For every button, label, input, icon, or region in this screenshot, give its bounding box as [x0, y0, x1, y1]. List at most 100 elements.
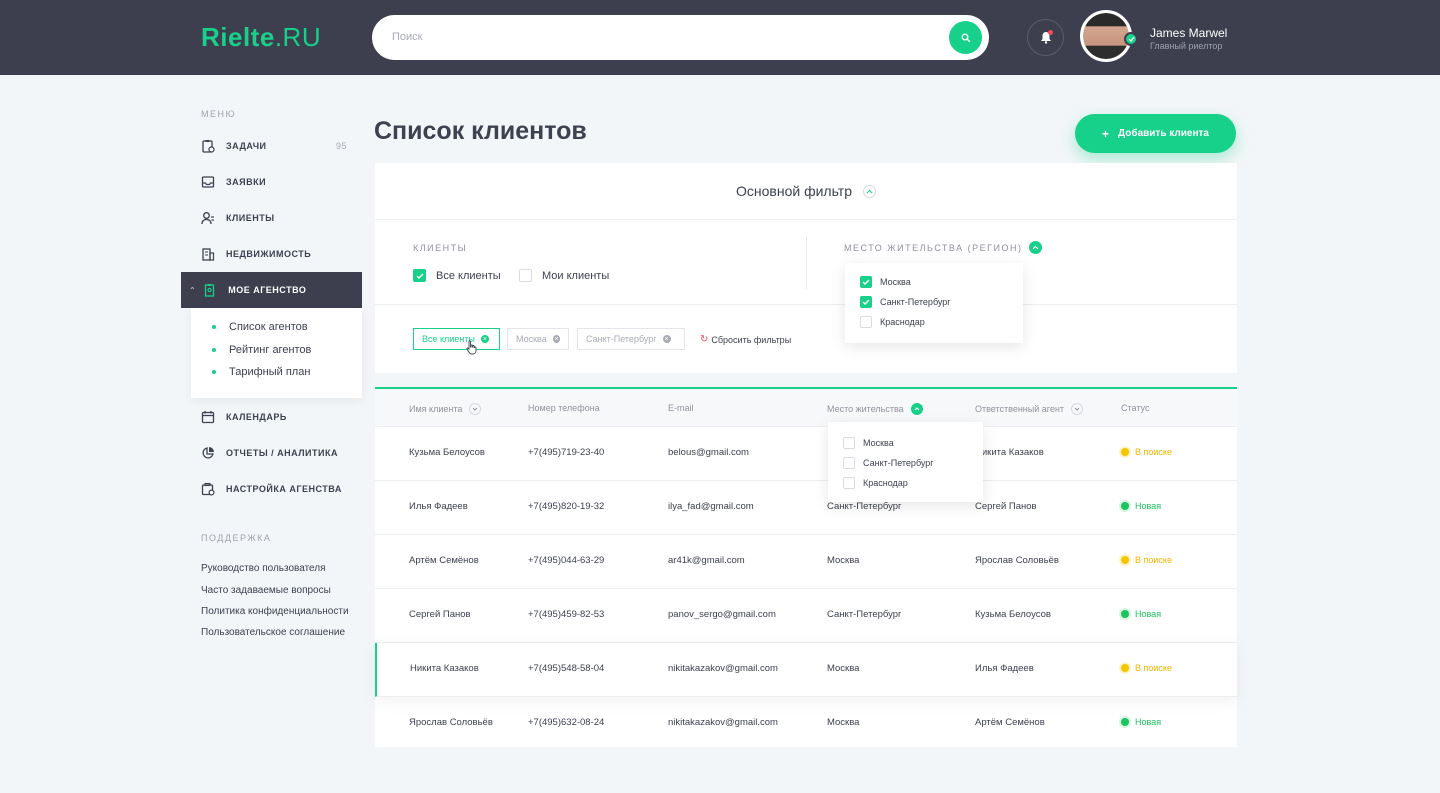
- cell-phone: +7(495)719-23-40: [528, 447, 605, 458]
- sidebar-item-label: ОТЧЕТЫ / АНАЛИТИКА: [226, 448, 338, 458]
- table-row[interactable]: Сергей Панов +7(495)459-82-53 panov_serg…: [375, 589, 1237, 643]
- close-icon[interactable]: ×: [662, 335, 671, 343]
- cell-location: Санкт-Петербург: [827, 501, 902, 512]
- column-header-status: Статус: [1121, 403, 1150, 413]
- column-header-name[interactable]: Имя клиента: [409, 403, 482, 415]
- close-icon[interactable]: ×: [552, 335, 560, 343]
- cell-agent: Илья Фадеев: [975, 663, 1034, 674]
- add-client-button[interactable]: + Добавить клиента: [1075, 114, 1236, 153]
- filter-header[interactable]: Основной фильтр: [375, 163, 1237, 220]
- support-link-privacy[interactable]: Политика конфиденциальности: [201, 606, 349, 617]
- status-badge: В поиске: [1121, 663, 1172, 673]
- user-icon: [201, 212, 214, 225]
- sidebar-item-reports[interactable]: ОТЧЕТЫ / АНАЛИТИКА: [201, 441, 351, 465]
- cell-email[interactable]: panov_sergo@gmail.com: [668, 609, 776, 620]
- sidebar-item-my-agency[interactable]: ⌃ МОЕ АГЕНСТВО: [181, 272, 362, 308]
- cell-email[interactable]: ar41k@gmail.com: [668, 555, 745, 566]
- sidebar-item-label: ЗАДАЧИ: [226, 141, 267, 151]
- cell-name: Ярослав Соловьёв: [409, 717, 493, 728]
- table-row[interactable]: Артём Семёнов +7(495)044-63-29 ar41k@gma…: [375, 535, 1237, 589]
- cell-email[interactable]: ilya_fad@gmail.com: [668, 501, 754, 512]
- collapse-icon[interactable]: [862, 184, 876, 198]
- location-option-moscow[interactable]: Москва: [843, 437, 894, 449]
- chevron-up-icon[interactable]: [910, 403, 923, 415]
- table-header: Имя клиента Номер телефона E-mail Место …: [375, 389, 1237, 427]
- cell-name: Артём Семёнов: [409, 555, 479, 566]
- region-filter-label[interactable]: МЕСТО ЖИТЕЛЬСТВА (РЕГИОН): [844, 241, 1043, 254]
- region-option-moscow[interactable]: Москва: [860, 276, 911, 288]
- tasks-icon: [202, 140, 215, 153]
- my-clients-checkbox[interactable]: Мои клиенты: [519, 269, 609, 282]
- table-row[interactable]: Кузьма Белоусов +7(495)719-23-40 belous@…: [375, 427, 1237, 481]
- filter-panel: Основной фильтр КЛИЕНТЫ Все клиенты Мои …: [375, 163, 1237, 373]
- cursor-hand-icon: [466, 340, 477, 355]
- cell-name: Никита Казаков: [410, 663, 479, 674]
- table-row[interactable]: Илья Фадеев +7(495)820-19-32 ilya_fad@gm…: [375, 481, 1237, 535]
- region-option-spb[interactable]: Санкт-Петербург: [860, 296, 951, 308]
- menu-heading: МЕНЮ: [201, 109, 237, 119]
- support-link-faq[interactable]: Часто задаваемые вопросы: [201, 585, 331, 596]
- sidebar-item-realty[interactable]: НЕДВИЖИМОСТЬ: [201, 242, 351, 266]
- my-clients-label: Мои клиенты: [542, 269, 610, 282]
- divider: [806, 237, 807, 289]
- clients-table: Имя клиента Номер телефона E-mail Место …: [375, 387, 1237, 747]
- cell-name: Сергей Панов: [409, 609, 471, 620]
- online-badge: [1124, 32, 1138, 46]
- cell-agent: Сергей Панов: [975, 501, 1037, 512]
- divider: [375, 304, 1237, 305]
- search-bar: [372, 15, 989, 60]
- cell-email[interactable]: nikitakazakov@gmail.com: [668, 663, 778, 674]
- notifications-button[interactable]: [1027, 19, 1064, 56]
- all-clients-checkbox[interactable]: Все клиенты: [413, 269, 501, 282]
- filter-chip-moscow[interactable]: Москва ×: [507, 328, 569, 350]
- cell-email[interactable]: belous@gmail.com: [668, 447, 749, 458]
- logo[interactable]: Rielte.RU: [201, 22, 321, 53]
- submenu-item-tariff-plan[interactable]: Тарифный план: [212, 366, 310, 378]
- location-option-spb[interactable]: Санкт-Петербург: [843, 457, 934, 469]
- search-input[interactable]: [392, 27, 932, 47]
- filter-chip-all-clients[interactable]: Все клиенты ×: [413, 328, 500, 350]
- sidebar-item-label: ЗАЯВКИ: [226, 177, 267, 187]
- submenu-item-agents-list[interactable]: Список агентов: [212, 321, 308, 333]
- chevron-down-icon[interactable]: [469, 403, 482, 415]
- cell-email[interactable]: nikitakazakov@gmail.com: [668, 717, 778, 728]
- cell-phone: +7(495)459-82-53: [528, 609, 605, 620]
- sidebar-item-requests[interactable]: ЗАЯВКИ: [201, 170, 351, 194]
- sidebar-item-tasks[interactable]: ЗАДАЧИ 95: [201, 134, 351, 158]
- column-header-agent[interactable]: Ответственный агент: [975, 403, 1083, 415]
- filter-chip-spb[interactable]: Санкт-Петербург ×: [577, 328, 685, 350]
- cell-name: Кузьма Белоусов: [409, 447, 485, 458]
- cell-phone: +7(495)548-58-04: [528, 663, 605, 674]
- user-name[interactable]: James Marwel: [1150, 26, 1227, 40]
- chevron-up-icon: ⌃: [189, 285, 197, 295]
- cell-phone: +7(495)044-63-29: [528, 555, 605, 566]
- checkbox-checked-icon: [860, 276, 872, 288]
- search-button[interactable]: [949, 21, 982, 54]
- location-option-krasnodar[interactable]: Краснодар: [843, 477, 908, 489]
- submenu-item-agents-rating[interactable]: Рейтинг агентов: [212, 344, 311, 356]
- column-header-location[interactable]: Место жительства: [827, 403, 923, 415]
- sidebar-item-clients[interactable]: КЛИЕНТЫ: [201, 206, 351, 230]
- cell-agent: Никита Казаков: [975, 447, 1044, 458]
- cell-phone: +7(495)820-19-32: [528, 501, 605, 512]
- support-heading: ПОДДЕРЖКА: [201, 533, 272, 543]
- reset-icon: ↻: [700, 334, 709, 345]
- support-link-user-guide[interactable]: Руководство пользователя: [201, 563, 326, 574]
- sidebar-item-calendar[interactable]: КАЛЕНДАРЬ: [201, 405, 351, 429]
- reset-filters-link[interactable]: ↻ Сбросить фильтры: [700, 334, 791, 345]
- chevron-up-icon: [1029, 241, 1043, 254]
- chevron-down-icon[interactable]: [1070, 403, 1083, 415]
- sidebar-item-label: НЕДВИЖИМОСТЬ: [226, 249, 312, 259]
- table-row-selected[interactable]: Никита Казаков +7(495)548-58-04 nikitaka…: [375, 643, 1237, 697]
- plus-icon: +: [1102, 126, 1110, 141]
- region-dropdown: Москва Санкт-Петербург Краснодар: [845, 263, 1023, 343]
- cell-location: Москва: [827, 555, 860, 566]
- checkbox-empty-icon: [843, 437, 855, 449]
- sidebar-item-agency-settings[interactable]: НАСТРОЙКА АГЕНСТВА: [201, 477, 351, 501]
- filter-title: Основной фильтр: [736, 183, 852, 199]
- location-dropdown: Москва Санкт-Петербург Краснодар: [828, 422, 983, 502]
- region-option-krasnodar[interactable]: Краснодар: [860, 316, 925, 328]
- close-icon[interactable]: ×: [480, 335, 489, 343]
- table-row[interactable]: Ярослав Соловьёв +7(495)632-08-24 nikita…: [375, 697, 1237, 751]
- support-link-terms[interactable]: Пользовательское соглашение: [201, 627, 345, 638]
